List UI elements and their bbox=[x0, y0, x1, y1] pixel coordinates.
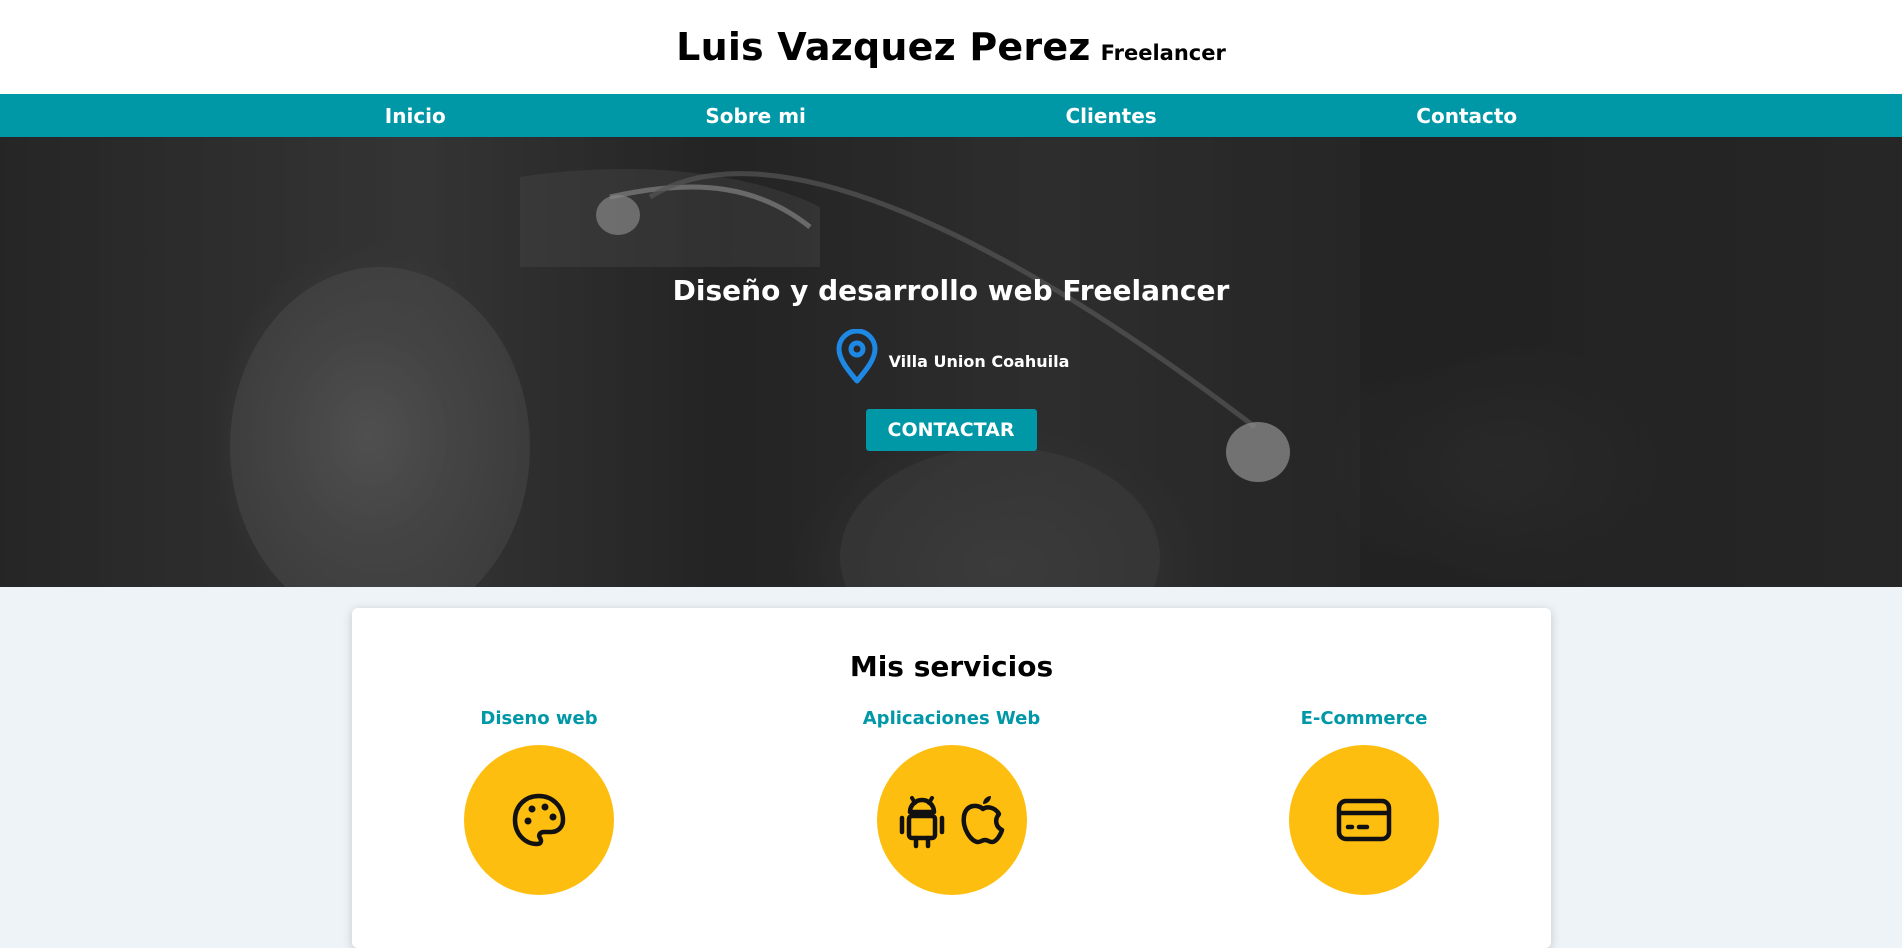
site-subtitle: Freelancer bbox=[1100, 41, 1226, 65]
service-label: Aplicaciones Web bbox=[862, 708, 1041, 729]
service-icon-circle bbox=[876, 745, 1027, 895]
android-icon bbox=[899, 796, 944, 849]
nav-item-contacto[interactable]: Contacto bbox=[1416, 104, 1517, 128]
nav-item-clientes[interactable]: Clientes bbox=[1065, 104, 1156, 128]
hero-title: Diseño y desarrollo web Freelancer bbox=[672, 274, 1230, 307]
services-card: Mis servicios Diseno web Aplicaciones We… bbox=[352, 608, 1551, 948]
service-label: E-Commerce bbox=[1300, 708, 1428, 729]
service-item-diseno-web: Diseno web bbox=[439, 708, 639, 895]
apple-icon bbox=[960, 796, 1004, 845]
service-item-aplicaciones-web: Aplicaciones Web bbox=[852, 708, 1052, 895]
site-title: Luis Vazquez Perez bbox=[676, 25, 1091, 69]
service-icon-circle bbox=[464, 745, 614, 895]
location-label: Villa Union Coahuila bbox=[888, 351, 1070, 371]
map-pin-icon bbox=[836, 329, 878, 384]
credit-card-icon bbox=[1336, 798, 1392, 842]
nav-item-sobre-mi[interactable]: Sobre mi bbox=[705, 104, 806, 128]
service-label: Diseno web bbox=[480, 708, 598, 729]
site-header: Luis Vazquez Perez Freelancer bbox=[0, 0, 1902, 94]
service-icon-circle bbox=[1289, 745, 1439, 895]
location: Villa Union Coahuila bbox=[833, 329, 1070, 385]
hero-section: Diseño y desarrollo web Freelancer Villa… bbox=[0, 137, 1902, 587]
nav-item-inicio[interactable]: Inicio bbox=[385, 104, 446, 128]
main-nav: Inicio Sobre mi Clientes Contacto bbox=[0, 94, 1902, 137]
services-grid: Diseno web Aplicaciones Web E-Commerce bbox=[352, 708, 1551, 895]
hero-content: Diseño y desarrollo web Freelancer Villa… bbox=[0, 137, 1902, 587]
palette-icon bbox=[512, 793, 566, 847]
services-title: Mis servicios bbox=[849, 650, 1054, 683]
service-item-e-commerce: E-Commerce bbox=[1264, 708, 1464, 895]
contact-button[interactable]: CONTACTAR bbox=[865, 409, 1037, 451]
brand: Luis Vazquez Perez Freelancer bbox=[676, 25, 1226, 69]
